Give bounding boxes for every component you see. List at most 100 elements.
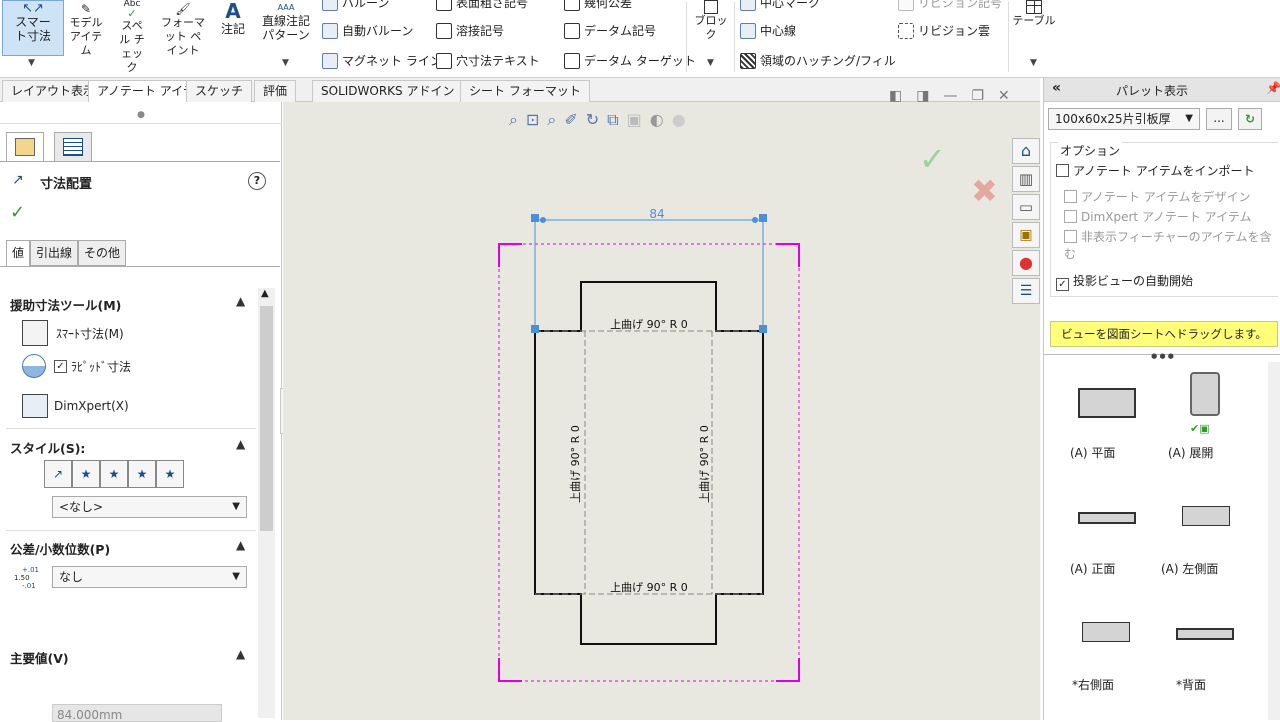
pattern-dropdown[interactable]: ▼: [282, 58, 289, 68]
hidden-features-checkbox[interactable]: [1064, 230, 1077, 243]
ok-check-icon[interactable]: ✓: [10, 202, 25, 223]
model-items-button[interactable]: ✎ モデル アイテム: [66, 0, 106, 58]
rapid-dim-checkbox[interactable]: ✓: [54, 359, 67, 373]
add-style-icon[interactable]: ★: [72, 460, 100, 488]
datum-target-button[interactable]: データム ターゲット: [564, 52, 696, 69]
import-checkbox[interactable]: [1056, 164, 1069, 177]
collapse-icon[interactable]: ▲: [236, 538, 245, 552]
section-primary-value[interactable]: 主要値(V): [10, 648, 69, 667]
custom-properties-icon[interactable]: ☰: [1012, 278, 1040, 304]
hidden-features-option[interactable]: 非表示フィーチャーのアイテムを含む: [1064, 228, 1280, 262]
section-tolerance[interactable]: 公差/小数位数(P): [10, 539, 110, 558]
datum-feature-button[interactable]: データム記号: [564, 22, 656, 39]
dimension-value[interactable]: 84: [649, 207, 664, 221]
primary-value-field[interactable]: 84.000mm: [52, 704, 222, 722]
style-select[interactable]: <なし> ▼: [52, 496, 247, 518]
smart-dim-dropdown[interactable]: ▼: [28, 58, 35, 68]
revision-symbol-button[interactable]: リビジョン記号: [898, 0, 1002, 11]
centerline-button[interactable]: 中心線: [740, 22, 796, 39]
smart-dimension-button[interactable]: ↖↗ スマート寸法: [2, 0, 64, 56]
block-button[interactable]: ブロック: [692, 0, 730, 42]
dimxpert-annotations-option[interactable]: DimXpert アノテート アイテム: [1064, 208, 1251, 225]
view-item[interactable]: [1078, 388, 1136, 418]
bend-note-bottom[interactable]: 上曲げ 90° R 0: [610, 581, 688, 594]
tab-sketch[interactable]: スケッチ: [186, 80, 253, 102]
refresh-icon[interactable]: ↻: [1238, 108, 1262, 130]
file-explorer-icon[interactable]: ▭: [1012, 194, 1040, 220]
palette-scrollbar[interactable]: [1268, 362, 1280, 720]
dimxpert-checkbox[interactable]: [1064, 210, 1077, 223]
style-buttons: ↗ ★ ★ ★ ★: [44, 460, 184, 488]
linear-note-pattern-button[interactable]: AAA 直線注記パターン: [256, 0, 316, 42]
import-annotations-option[interactable]: アノテート アイテムをインポート: [1056, 162, 1255, 179]
collapse-icon[interactable]: ▲: [236, 647, 245, 661]
subtab-value[interactable]: 値: [6, 240, 31, 266]
dimension[interactable]: [534, 218, 764, 331]
view-item[interactable]: [1190, 372, 1220, 416]
format-painter-button[interactable]: 🖌 フォーマット ペイント: [158, 0, 208, 58]
splitter[interactable]: ● ● ●: [1044, 353, 1280, 360]
collapse-icon[interactable]: ▲: [236, 437, 245, 451]
browse-button[interactable]: ...: [1206, 108, 1232, 130]
geo-tolerance-button[interactable]: 幾何公差: [564, 0, 632, 11]
table-button[interactable]: テーブル: [1012, 0, 1056, 28]
rapid-dim-tool[interactable]: ✓ ﾗﾋﾟｯﾄﾞ寸法: [22, 354, 131, 378]
section-dim-tools[interactable]: 援助寸法ツール(M): [10, 295, 121, 314]
dimxpert-tool[interactable]: DimXpert(X): [22, 394, 129, 418]
bend-note-top[interactable]: 上曲げ 90° R 0: [610, 318, 688, 331]
view-item[interactable]: [1078, 512, 1136, 524]
spell-check-button[interactable]: Abc ✓ スペル チェック: [108, 0, 156, 75]
tolerance-select[interactable]: なし ▼: [52, 566, 247, 588]
hole-callout-button[interactable]: 穴寸法テキスト: [436, 52, 540, 69]
design-checkbox[interactable]: [1064, 190, 1077, 203]
home-icon[interactable]: ⌂: [1012, 138, 1040, 164]
section-style[interactable]: スタイル(S):: [10, 438, 85, 457]
dimension-handles[interactable]: [531, 214, 767, 333]
tab-sheet-format[interactable]: シート フォーマット: [460, 80, 590, 102]
weld-symbol-button[interactable]: 溶接記号: [436, 22, 504, 39]
view-item[interactable]: [1176, 628, 1234, 640]
collapse-icon[interactable]: ▲: [236, 294, 245, 308]
auto-start-checkbox[interactable]: ✓: [1056, 278, 1069, 291]
balloon-button[interactable]: バルーン: [322, 0, 389, 11]
subtab-leader[interactable]: 引出線: [30, 240, 79, 266]
list-tab[interactable]: [54, 132, 92, 162]
design-annotations-option[interactable]: アノテート アイテムをデザイン: [1064, 188, 1251, 205]
load-style-icon[interactable]: ★: [156, 460, 184, 488]
bend-note-right[interactable]: 上曲げ 90° R 0: [698, 425, 711, 503]
tab-evaluate[interactable]: 評価: [254, 80, 297, 102]
drawing-canvas[interactable]: ⌕ ⊡ ⌕ ✐ ↻ ⧉ ▣ ◐ ● ◧ ◨ — ❐ ✕ ✓ ✖ 84 上曲げ 9…: [283, 88, 1040, 720]
appearances-icon[interactable]: ●: [1012, 250, 1040, 276]
magnetic-line-button[interactable]: マグネット ライン: [322, 52, 442, 69]
pin-icon[interactable]: 📌: [1266, 81, 1280, 95]
help-icon[interactable]: ?: [248, 172, 266, 190]
surface-finish-button[interactable]: 表面粗さ記号: [436, 0, 528, 11]
smart-dim-tool[interactable]: ｽﾏｰﾄ寸法(M): [22, 320, 124, 346]
center-mark-button[interactable]: 中心マーク: [740, 0, 820, 11]
bend-note-left[interactable]: 上曲げ 90° R 0: [569, 425, 582, 503]
panel-scrollbar[interactable]: ▲: [258, 288, 275, 718]
scroll-thumb[interactable]: [260, 306, 273, 531]
hatch-button[interactable]: 領域のハッチング/フィル: [740, 52, 896, 69]
part-select[interactable]: 100x60x25片引板厚 ▼: [1048, 108, 1200, 130]
view-item[interactable]: [1082, 622, 1130, 642]
auto-balloon-button[interactable]: 自動バルーン: [322, 22, 413, 39]
tab-addins[interactable]: SOLIDWORKS アドイン: [312, 80, 464, 102]
collapse-palette-icon[interactable]: «: [1052, 80, 1061, 96]
block-dropdown[interactable]: ▼: [707, 58, 714, 68]
view-item[interactable]: [1182, 506, 1230, 526]
subtab-other[interactable]: その他: [78, 240, 127, 266]
apply-style-icon[interactable]: ↗: [44, 460, 72, 488]
revision-cloud-button[interactable]: リビジョン雲: [898, 22, 990, 39]
note-button[interactable]: A 注記: [214, 0, 252, 36]
save-style-icon[interactable]: ★: [128, 460, 156, 488]
scroll-up-icon[interactable]: ▲: [261, 288, 269, 299]
property-tab[interactable]: [6, 132, 44, 162]
delete-style-icon[interactable]: ★: [100, 460, 128, 488]
design-library-icon[interactable]: ▥: [1012, 166, 1040, 192]
auto-start-projected-option[interactable]: ✓ 投影ビューの自動開始: [1056, 272, 1193, 291]
drawing-view[interactable]: 84 上曲げ 90° R 0 上曲げ 90° R 0 上曲げ 90° R 0 上…: [283, 102, 1040, 720]
table-dropdown[interactable]: ▼: [1030, 58, 1037, 68]
panel-splitter[interactable]: ●: [0, 110, 282, 124]
view-palette-icon[interactable]: ▣: [1012, 222, 1040, 248]
